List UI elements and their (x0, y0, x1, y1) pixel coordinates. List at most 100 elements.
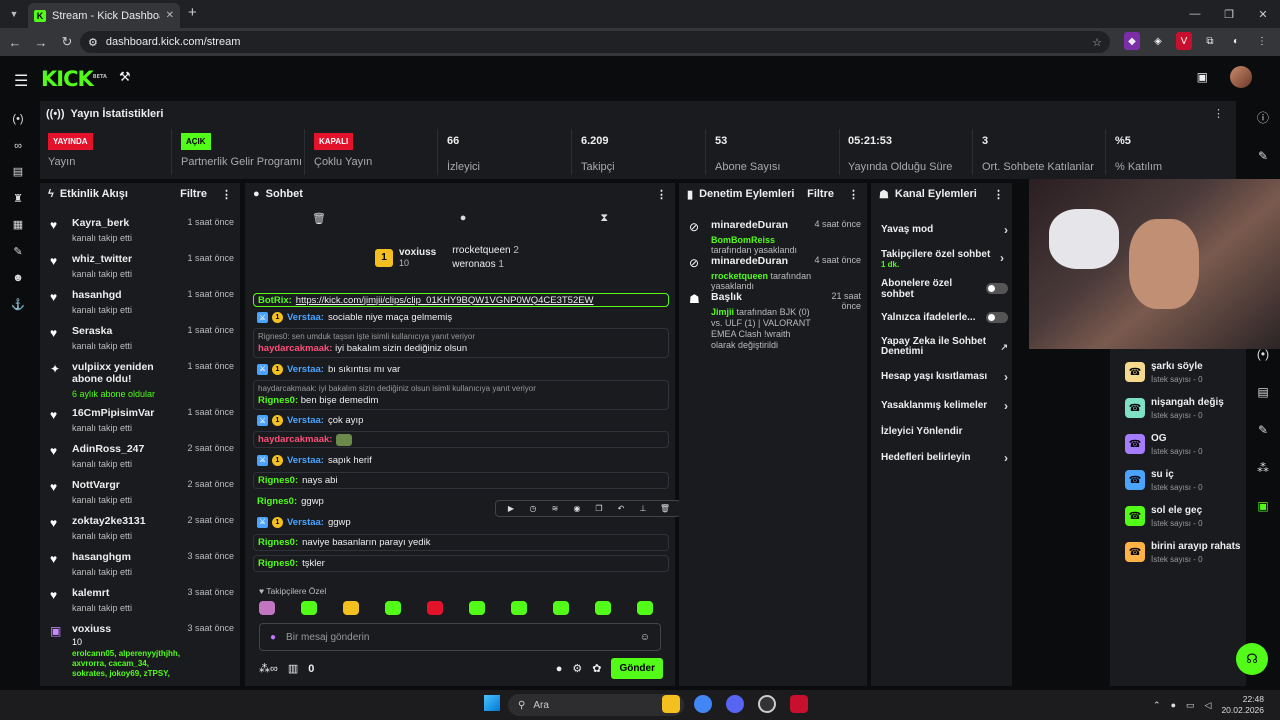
bookmark-star-icon[interactable]: ☆ (1092, 36, 1102, 49)
chat-user[interactable]: Rignes0: (258, 537, 298, 548)
chat-user[interactable]: Rignes0: (257, 496, 297, 507)
chat-message[interactable]: ⚔ 1 Verstaa: bı sıkıntısı mı var (253, 358, 669, 380)
redeem-item[interactable]: ☎ şarkı söyle İstek sayısı - 0 (1110, 354, 1246, 390)
toggle[interactable] (986, 312, 1008, 323)
emote-icon[interactable] (553, 601, 569, 615)
slow-icon[interactable]: ≋ (546, 504, 564, 513)
mod-actor[interactable]: Jimjii (711, 307, 734, 317)
emotes-only-item[interactable]: Yalnızca ifadelerle... (875, 303, 1008, 332)
trophy-icon[interactable]: ♜ (0, 186, 36, 213)
send-button[interactable]: Gönder (611, 658, 663, 679)
chat-message[interactable]: ⚔ 1 Verstaa: sapık herif (253, 448, 669, 472)
forward-icon[interactable]: → (30, 35, 52, 50)
chat-user[interactable]: Rignes0: (258, 395, 298, 406)
windows-start-icon[interactable] (484, 695, 500, 711)
emoji-icon[interactable]: ☺ (640, 632, 650, 643)
close-window-icon[interactable]: ✕ (1246, 0, 1280, 28)
back-icon[interactable]: ← (4, 35, 26, 50)
stats-icon[interactable]: ▤ (0, 159, 36, 186)
avatar[interactable] (1230, 66, 1252, 88)
extension-icon[interactable]: ◆ (1124, 32, 1140, 50)
volume-icon[interactable]: ◁ (1205, 700, 1212, 711)
chat-user[interactable]: haydarcakmaak: (258, 343, 332, 354)
chat-message[interactable]: ⚔ 1 Verstaa: sociable niye maça gelmemiş (253, 307, 669, 328)
more-icon[interactable]: ⋮ (993, 188, 1004, 201)
maximize-icon[interactable]: ❐ (1212, 0, 1246, 28)
ai-moderation-item[interactable]: Yapay Zeka ile Sohbet Denetimi ↗ (875, 332, 1008, 362)
new-tab-icon[interactable]: + (188, 4, 197, 21)
taskbar-search[interactable]: ⚲ Ara (508, 694, 684, 716)
chat-user[interactable]: BotRix: (258, 295, 292, 306)
app-icon[interactable]: ▣ (1246, 489, 1280, 527)
undo-icon[interactable]: ↶ (612, 504, 630, 513)
redeem-item[interactable]: ☎ OG İstek sayısı - 0 (1110, 426, 1246, 462)
profile-icon[interactable]: ◐ (1228, 32, 1244, 50)
chrome-icon[interactable] (694, 695, 712, 713)
discord-icon[interactable] (726, 695, 744, 713)
extension-icon[interactable]: V (1176, 32, 1192, 50)
emote-icon[interactable] (595, 601, 611, 615)
chat-message[interactable]: Rignes0: naviye basanların parayı yedik (253, 534, 669, 551)
reply-icon[interactable]: ◉ (568, 504, 586, 513)
chat-user[interactable]: Verstaa: (287, 312, 324, 323)
app-icon[interactable] (790, 695, 808, 713)
browser-tab[interactable]: K Stream - Kick Dashboard ✕ (28, 3, 180, 28)
chat-user[interactable]: Verstaa: (287, 415, 324, 426)
emote-icon[interactable] (301, 601, 317, 615)
filter-button[interactable]: Filtre (807, 188, 834, 200)
minimize-icon[interactable]: — (1178, 0, 1212, 28)
filter-button[interactable]: Filtre (180, 188, 207, 200)
broadcast-icon[interactable]: (•) (1246, 337, 1280, 375)
chat-message[interactable]: Rignes0: tşkler (253, 555, 669, 572)
emote-icon[interactable] (427, 601, 443, 615)
chat-message[interactable]: Rignes0: sen umduk taşsın işte isimli ku… (253, 328, 669, 358)
mic-icon[interactable]: ● (1171, 700, 1176, 710)
chat-input[interactable]: ● Bir mesaj gönderin ☺ (259, 623, 661, 651)
chat-bubble-icon[interactable]: ● (556, 663, 563, 675)
address-bar[interactable]: ⚙ dashboard.kick.com/stream ☆ (80, 31, 1110, 53)
pinned-message[interactable]: BotRix: https://kick.com/jimjii/clips/cl… (253, 293, 669, 307)
emote-icon[interactable] (511, 601, 527, 615)
media-icon[interactable]: ▦ (0, 212, 36, 239)
clock[interactable]: 22:48 20.02.2026 (1221, 694, 1264, 716)
emote-icon[interactable] (259, 601, 275, 615)
delete-icon[interactable]: 🗑 (656, 504, 674, 513)
chat-bubble-icon[interactable]: ● (460, 212, 467, 224)
chat-message[interactable]: haydarcakmaak: iyi bakalım sizin dediğin… (253, 380, 669, 410)
app-icon[interactable] (758, 695, 776, 713)
chat-user[interactable]: Verstaa: (287, 364, 324, 375)
redeem-item[interactable]: ☎ nişangah değiş İstek sayısı - 0 (1110, 390, 1246, 426)
pin-icon[interactable]: ⊥ (634, 504, 652, 513)
chat-message[interactable]: haydarcakmaak: (253, 431, 669, 448)
chat-user[interactable]: Verstaa: (287, 455, 324, 466)
mod-actor[interactable]: BomBomReiss (711, 235, 775, 245)
trash-icon[interactable]: 🗑 (312, 212, 326, 225)
emote-icon[interactable] (469, 601, 485, 615)
redeem-item[interactable]: ☎ sol ele geç İstek sayısı - 0 (1110, 498, 1246, 534)
subscribers-chat-item[interactable]: Abonelere özel sohbet (875, 274, 1008, 303)
goals-item[interactable]: Hedefleri belirleyin › (875, 443, 1008, 472)
mod-actor[interactable]: rrocketqueen (711, 271, 768, 281)
more-icon[interactable]: ⋮ (656, 188, 667, 201)
link-icon[interactable]: ∞ (0, 133, 36, 160)
slow-mode-item[interactable]: Yavaş mod › (875, 215, 1008, 244)
chat-user[interactable]: Rignes0: (258, 475, 298, 486)
followers-chat-item[interactable]: Takipçilere özel sohbet 1 dk. › (875, 244, 1008, 274)
banned-words-item[interactable]: Yasaklanmış kelimeler › (875, 391, 1008, 420)
camera-icon[interactable]: ▣ (1197, 70, 1208, 84)
more-icon[interactable]: ⋮ (848, 188, 859, 201)
redeem-item[interactable]: ☎ birini arayıp rahats İstek sayısı - 0 (1110, 534, 1246, 570)
clip-link[interactable]: https://kick.com/jimjii/clips/clip_01KHY… (296, 295, 594, 306)
chat-user[interactable]: Verstaa: (287, 517, 324, 528)
play-icon[interactable]: ▶ (502, 504, 520, 513)
hamburger-menu-icon[interactable]: ☰ (14, 71, 28, 91)
close-tab-icon[interactable]: ✕ (166, 10, 174, 21)
chat-user[interactable]: haydarcakmaak: (258, 434, 332, 445)
edit-icon[interactable]: ✎ (1246, 139, 1280, 177)
network-icon[interactable]: ▭ (1186, 700, 1195, 711)
browser-menu-icon[interactable]: ⋮ (1254, 32, 1270, 50)
tab-list-icon[interactable]: ▼ (6, 6, 22, 22)
info-icon[interactable]: ⓘ (1246, 101, 1280, 139)
help-button[interactable]: ☊ (1236, 643, 1268, 675)
toggle[interactable] (986, 283, 1008, 294)
